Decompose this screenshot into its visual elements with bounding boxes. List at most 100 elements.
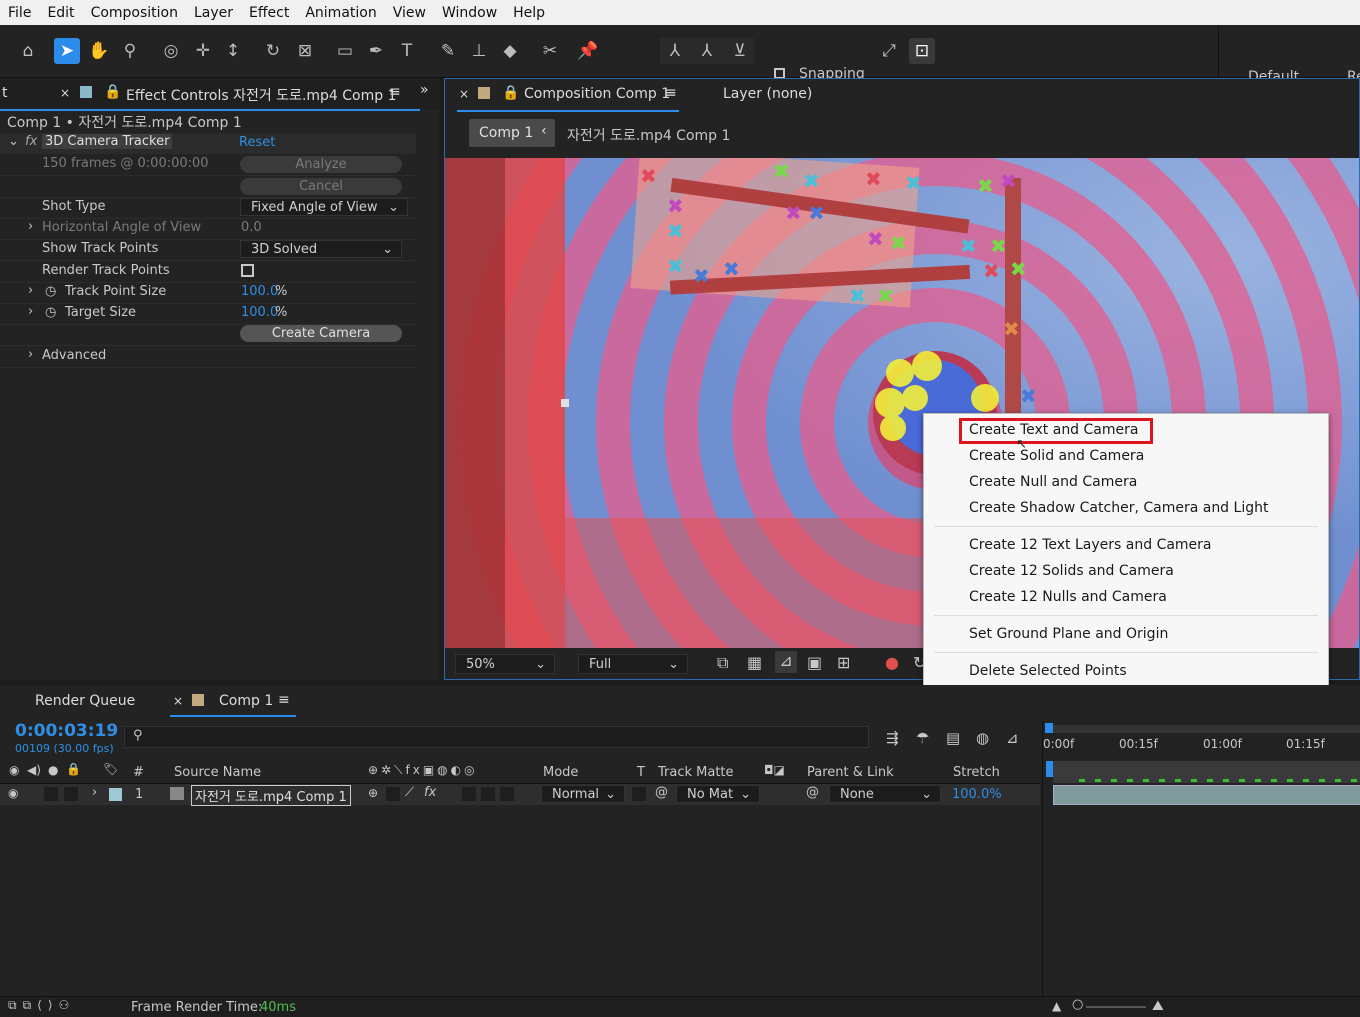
shot-type-dropdown[interactable]: Fixed Angle of View ⌄ xyxy=(240,198,408,216)
effect-name[interactable]: 3D Camera Tracker xyxy=(42,134,173,149)
stretch-value[interactable]: 100.0% xyxy=(952,787,1002,802)
menu-item-create-12-nulls[interactable]: Create 12 Nulls and Camera xyxy=(969,589,1167,605)
col-stretch[interactable]: Stretch xyxy=(953,765,1000,780)
time-graph[interactable]: 0:00f 00:15f 01:00f 01:15f xyxy=(1042,721,1360,1016)
local-axis-icon[interactable]: ⅄ xyxy=(662,38,688,64)
parent-dropdown[interactable]: None ⌄ xyxy=(829,785,941,803)
lock-icon[interactable]: 🔒 xyxy=(104,84,121,100)
chevron-right-icon[interactable]: › xyxy=(28,347,33,362)
fast-preview-icon[interactable]: ⧉ xyxy=(717,653,728,673)
zoom-slider-track[interactable] xyxy=(1086,1006,1146,1008)
puppet-pin-icon[interactable]: 📌 xyxy=(575,38,601,64)
menu-item-delete-selected-points[interactable]: Delete Selected Points xyxy=(969,663,1127,679)
col-parent-link[interactable]: Parent & Link xyxy=(807,765,894,780)
graph-editor-icon[interactable]: ⊿ xyxy=(1006,729,1019,747)
quality-slash-icon[interactable]: ⟋ xyxy=(405,785,414,800)
chevron-down-icon[interactable]: ⌄ xyxy=(8,134,19,149)
zoom-slider-handle[interactable]: ○ xyxy=(1072,997,1083,1012)
pick-whip-icon[interactable]: @ xyxy=(806,785,819,800)
menu-item-create-shadow-catcher[interactable]: Create Shadow Catcher, Camera and Light xyxy=(969,500,1268,516)
anchor-tool-icon[interactable]: ⊠ xyxy=(292,38,318,64)
playhead[interactable] xyxy=(1046,761,1053,777)
hand-tool-icon[interactable]: ✋ xyxy=(86,38,112,64)
menu-file[interactable]: File xyxy=(0,5,39,21)
lock-icon[interactable]: 🔒 xyxy=(502,85,519,101)
quality-switch[interactable] xyxy=(386,787,400,801)
pan-camera-icon[interactable]: ✛ xyxy=(190,38,216,64)
audio-icon[interactable]: ◀) xyxy=(27,763,41,777)
search-input[interactable]: ⚲ xyxy=(124,726,869,748)
tab-comp-1[interactable]: Comp 1 xyxy=(219,693,273,709)
tab-fragment[interactable]: t xyxy=(2,85,8,101)
zoom-tool-icon[interactable]: ⚲ xyxy=(117,38,143,64)
eye-icon[interactable]: ◉ xyxy=(8,786,18,800)
layer-duration-bar[interactable] xyxy=(1053,785,1360,805)
roto-brush-icon[interactable]: ✂ xyxy=(537,38,563,64)
menu-item-create-text-and-camera[interactable]: Create Text and Camera xyxy=(969,422,1138,438)
fx-switch-icon[interactable]: fx xyxy=(424,785,436,800)
zoom-out-icon[interactable]: ▲ xyxy=(1052,999,1061,1013)
advanced-label[interactable]: Advanced xyxy=(42,348,106,363)
menu-item-create-12-text-layers[interactable]: Create 12 Text Layers and Camera xyxy=(969,537,1212,553)
chevron-right-icon[interactable]: › xyxy=(28,304,33,319)
brush-tool-icon[interactable]: ✎ xyxy=(435,38,461,64)
mask-visibility-icon[interactable]: ⊿ xyxy=(775,651,797,673)
close-tab-icon[interactable]: × xyxy=(60,86,70,100)
expand-panels-icon[interactable]: » xyxy=(420,82,429,98)
menu-help[interactable]: Help xyxy=(505,5,553,21)
menu-effect[interactable]: Effect xyxy=(241,5,297,21)
eye-icon[interactable]: ◉ xyxy=(9,763,19,777)
transparency-grid-icon[interactable]: ▦ xyxy=(747,653,762,672)
color-channels-icon[interactable]: ● xyxy=(885,653,899,672)
close-tab-icon[interactable]: × xyxy=(459,87,469,101)
rotate-tool-icon[interactable]: ↻ xyxy=(260,38,286,64)
tab-render-queue[interactable]: Render Queue xyxy=(35,693,135,709)
timecode[interactable]: 0:00:03:19 xyxy=(15,721,118,741)
cancel-button[interactable]: Cancel xyxy=(240,178,402,195)
preserve-transparency-toggle[interactable] xyxy=(632,787,646,801)
tab-effect-controls[interactable]: Effect Controls 자전거 도로.mp4 Comp 1 xyxy=(126,85,397,105)
chevron-right-icon[interactable]: › xyxy=(28,219,33,234)
collapse-switch-icon[interactable]: ⊕ xyxy=(368,786,378,800)
chevron-right-icon[interactable]: › xyxy=(92,785,97,800)
track-matte-dropdown[interactable]: No Mat ⌄ xyxy=(676,785,760,803)
work-area-bar[interactable] xyxy=(1049,725,1360,733)
zoom-in-icon[interactable]: ⛰ xyxy=(1152,998,1164,1014)
frame-blending-icon[interactable]: ▤ xyxy=(946,729,960,747)
home-icon[interactable]: ⌂ xyxy=(15,38,41,64)
stopwatch-icon[interactable]: ◷ xyxy=(45,305,56,320)
lock-icon[interactable]: 🔒 xyxy=(66,762,81,776)
layer-row[interactable]: ◉ › 1 자전거 도로.mp4 Comp 1 ⊕ ⟋ fx Normal ⌄ @… xyxy=(0,784,1040,806)
menu-layer[interactable]: Layer xyxy=(186,5,241,21)
motion-blur-icon[interactable]: ◍ xyxy=(976,729,989,747)
col-track-matte[interactable]: Track Matte xyxy=(658,765,734,780)
menu-animation[interactable]: Animation xyxy=(297,5,384,21)
menu-view[interactable]: View xyxy=(385,5,434,21)
status-icons[interactable]: ⧉⧉⟨⟩⚇ xyxy=(8,998,75,1013)
shy-layers-icon[interactable]: ☂ xyxy=(916,729,929,747)
close-tab-icon[interactable]: × xyxy=(173,694,183,708)
solo-icon[interactable]: ● xyxy=(48,763,58,777)
tab-composition[interactable]: Composition Comp 1 xyxy=(524,86,670,102)
zoom-dropdown[interactable]: 50% ⌄ xyxy=(455,654,555,674)
menu-item-create-solid-and-camera[interactable]: Create Solid and Camera xyxy=(969,448,1144,464)
spiral-link-icon[interactable]: @ xyxy=(655,785,668,800)
comp-breadcrumb-button[interactable]: Comp 1 ‹ xyxy=(469,119,555,147)
clone-stamp-icon[interactable]: ⊥ xyxy=(466,38,492,64)
selection-tool-icon[interactable]: ➤ xyxy=(54,38,80,64)
panel-menu-icon[interactable]: ≡ xyxy=(389,84,401,100)
menu-item-create-12-solids[interactable]: Create 12 Solids and Camera xyxy=(969,563,1174,579)
col-mode[interactable]: Mode xyxy=(543,765,578,780)
chevron-right-icon[interactable]: › xyxy=(28,283,33,298)
pen-tool-icon[interactable]: ✒ xyxy=(363,38,389,64)
orbit-camera-icon[interactable]: ◎ xyxy=(158,38,184,64)
fx-icon[interactable]: fx xyxy=(25,134,37,149)
layer-name[interactable]: 자전거 도로.mp4 Comp 1 xyxy=(191,785,351,806)
create-camera-button[interactable]: Create Camera xyxy=(240,325,402,342)
dolly-camera-icon[interactable]: ↕ xyxy=(220,38,246,64)
analyze-button[interactable]: Analyze xyxy=(240,156,402,173)
menu-composition[interactable]: Composition xyxy=(83,5,186,21)
resolution-dropdown[interactable]: Full ⌄ xyxy=(578,654,688,674)
3d-layer-switch[interactable] xyxy=(500,787,514,801)
menu-edit[interactable]: Edit xyxy=(39,5,82,21)
